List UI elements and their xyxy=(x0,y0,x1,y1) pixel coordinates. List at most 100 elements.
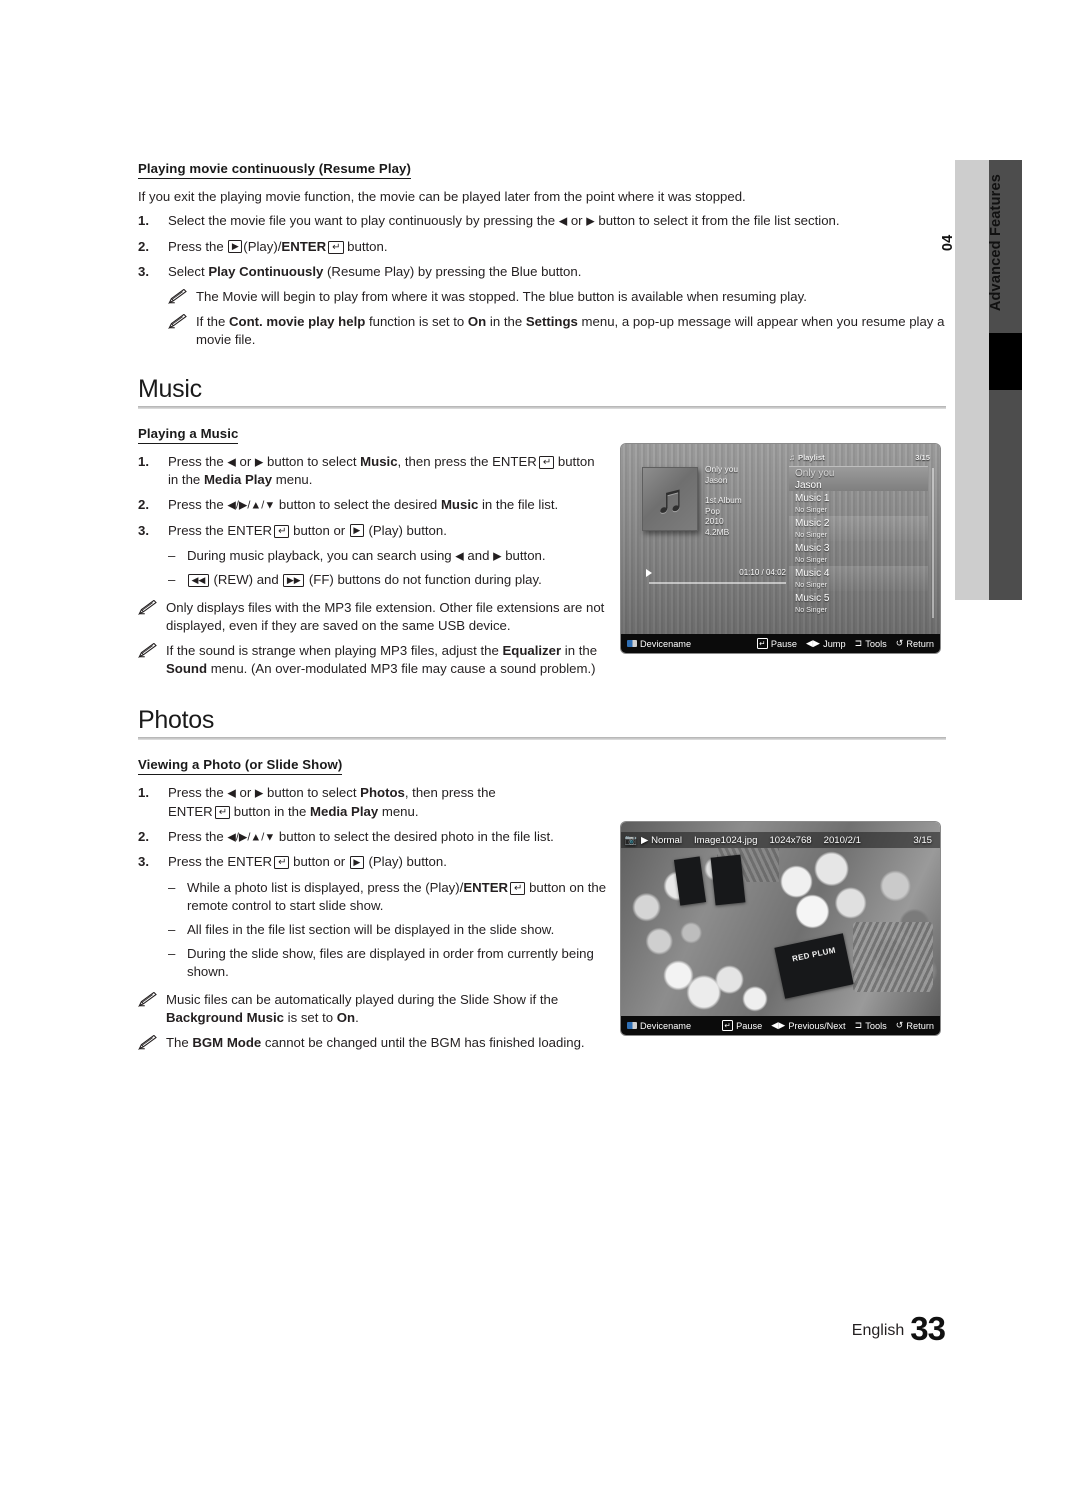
tools-action[interactable]: ⊐ Tools xyxy=(855,1020,887,1031)
music-label: Music xyxy=(360,453,398,469)
pencil-note-icon xyxy=(138,600,157,615)
direction-arrows-icon: ◀/▶/▲/▼ xyxy=(227,831,276,843)
device-name: Devicename xyxy=(640,638,692,649)
track-album: 1st Album xyxy=(705,495,742,505)
return-label: Return xyxy=(906,638,934,649)
playlist-count: 3/15 xyxy=(915,453,930,462)
step-text-a: Press the xyxy=(168,854,228,869)
device-group[interactable]: Devicename xyxy=(621,1021,691,1031)
resume-play-block: Playing movie continuously (Resume Play)… xyxy=(138,160,946,349)
step-number: 1. xyxy=(138,785,149,800)
enter-key-icon: ↵ xyxy=(214,805,231,819)
arrow-right-icon: ▶ xyxy=(493,550,502,562)
playlist-header: ♫ Playlist 3/15 xyxy=(789,453,934,462)
list-item[interactable]: Music 2 No Singer xyxy=(789,516,928,541)
play-key-icon: ▶ xyxy=(349,524,364,537)
note-text-c: menu. (An over-modulated MP3 file may ca… xyxy=(207,661,596,676)
on-label: On xyxy=(467,313,487,329)
arrow-right-icon: ▶ xyxy=(586,215,595,228)
device-group[interactable]: Devicename xyxy=(621,639,691,649)
photos-section-rule xyxy=(138,737,946,740)
playlist-item-title: Music 3 xyxy=(795,543,830,554)
side-tab-text-wrap: Advanced Features 04 xyxy=(940,160,1004,600)
tools-action[interactable]: ⊐ Tools xyxy=(855,638,887,649)
photo-viewer-screenshot: RED PLUM 📷 ▶ Normal Image1024.jpg 1024x7… xyxy=(621,822,940,1035)
left-right-arrows-icon: ◀▶ xyxy=(805,638,821,648)
settings-label: Settings xyxy=(525,313,578,329)
media-play-label: Media Play xyxy=(203,472,273,487)
equalizer-label: Equalizer xyxy=(502,643,562,658)
viewing-a-photo-heading: Viewing a Photo (or Slide Show) xyxy=(138,757,343,775)
playlist-scrollbar[interactable] xyxy=(932,468,934,618)
list-item[interactable]: Music 5 No Singer xyxy=(789,591,928,616)
photo-filename: Image1024.jpg xyxy=(693,834,758,846)
bgm-mode-label: BGM Mode xyxy=(192,1035,262,1050)
step-text-a: Press the xyxy=(168,522,228,538)
arrow-left-icon: ◀ xyxy=(227,787,236,800)
return-action[interactable]: ↺ Return xyxy=(896,1020,934,1031)
step-text-b: (Resume Play) by pressing the Blue butto… xyxy=(323,263,582,279)
track-title: Only you xyxy=(705,464,739,474)
album-art: ♫ xyxy=(642,467,698,531)
music-step-2: 2. Press the ◀/▶/▲/▼ button to select th… xyxy=(138,496,608,515)
return-label: Return xyxy=(906,1020,934,1031)
pause-action[interactable]: ↵ Pause xyxy=(721,1020,762,1031)
dash-text-a: (REW) and xyxy=(209,572,283,587)
step-text-b: (Play)/ xyxy=(243,238,282,254)
page-footer: English 33 xyxy=(0,1310,1080,1348)
left-right-arrows-icon: ◀▶ xyxy=(771,1020,786,1030)
music-note-2: If the sound is strange when playing MP3… xyxy=(138,642,608,678)
dash-text-a: During music playback, you can search us… xyxy=(187,547,456,563)
step-text-b: button or xyxy=(289,854,349,869)
pencil-note-icon xyxy=(168,313,187,329)
list-item[interactable]: Music 1 No Singer xyxy=(789,491,928,516)
note-text-b: in the xyxy=(561,643,598,658)
enter-word: ENTER xyxy=(168,803,213,819)
list-item[interactable]: Only you Jason xyxy=(789,466,928,491)
playlist-icon: ♫ xyxy=(789,453,795,462)
return-action[interactable]: ↺ Return xyxy=(896,638,934,649)
arrow-left-icon: ◀ xyxy=(455,550,464,562)
playlist-item-artist: No Singer xyxy=(795,530,827,539)
music-label: Music xyxy=(440,497,479,512)
photo-date: 2010/2/1 xyxy=(823,834,861,846)
side-tab-label: Advanced Features xyxy=(988,174,1004,312)
device-name: Devicename xyxy=(640,1020,692,1031)
play-key-icon: ▶ xyxy=(349,855,364,869)
note-text-b: cannot be changed until the BGM has fini… xyxy=(261,1035,585,1050)
enter-key-icon: ↵ xyxy=(274,524,290,538)
step-text-c: (Play) button. xyxy=(364,854,447,869)
play-state-icon xyxy=(646,569,652,577)
price-sign xyxy=(710,854,746,906)
previous-next-action[interactable]: ◀▶ Previous/Next xyxy=(771,1020,845,1031)
step-text-a: Press the xyxy=(168,238,228,254)
previous-next-label: Previous/Next xyxy=(788,1020,846,1031)
playlist[interactable]: Only you Jason Music 1 No Singer Music 2… xyxy=(789,466,928,616)
sound-label: Sound xyxy=(166,661,208,676)
step-text-a: Select the movie file you want to play c… xyxy=(168,213,559,228)
photo-mode-group[interactable]: ▶ Normal xyxy=(641,835,682,846)
tools-label: Tools xyxy=(865,1020,887,1031)
dash-text-c: button. xyxy=(501,547,546,563)
tools-label: Tools xyxy=(865,638,887,649)
list-item[interactable]: Music 3 No Singer xyxy=(789,541,928,566)
playlist-item-artist: No Singer xyxy=(795,580,827,589)
photos-step-2: 2. Press the ◀/▶/▲/▼ button to select th… xyxy=(138,828,608,847)
music-text-column: 1. Press the ◀ or ▶ button to select Mus… xyxy=(138,453,608,679)
photo-bottom-bar: Devicename ↵ Pause ◀▶ Previous/Next ⊐ To… xyxy=(621,1016,940,1035)
note-text-c: in the xyxy=(486,313,526,329)
playlist-item-title: Music 2 xyxy=(795,518,830,529)
step-text-c: button to select it from the file list s… xyxy=(594,213,840,228)
note-text-a: The xyxy=(166,1035,193,1050)
cont-movie-play-help-label: Cont. movie play help xyxy=(229,313,366,329)
resume-note-1-text: The Movie will begin to play from where … xyxy=(196,288,807,304)
return-icon: ↺ xyxy=(895,1020,904,1030)
pause-action[interactable]: ↵ Pause xyxy=(756,638,797,649)
step-text-f: menu. xyxy=(272,472,313,487)
playlist-item-title: Music 1 xyxy=(795,493,830,504)
jump-action[interactable]: ◀▶ Jump xyxy=(806,638,846,649)
photo-count: 3/15 xyxy=(913,834,932,846)
list-item[interactable]: Music 4 No Singer xyxy=(789,566,928,591)
play-icon: ▶ xyxy=(641,834,649,846)
progress-bar[interactable] xyxy=(649,582,786,584)
